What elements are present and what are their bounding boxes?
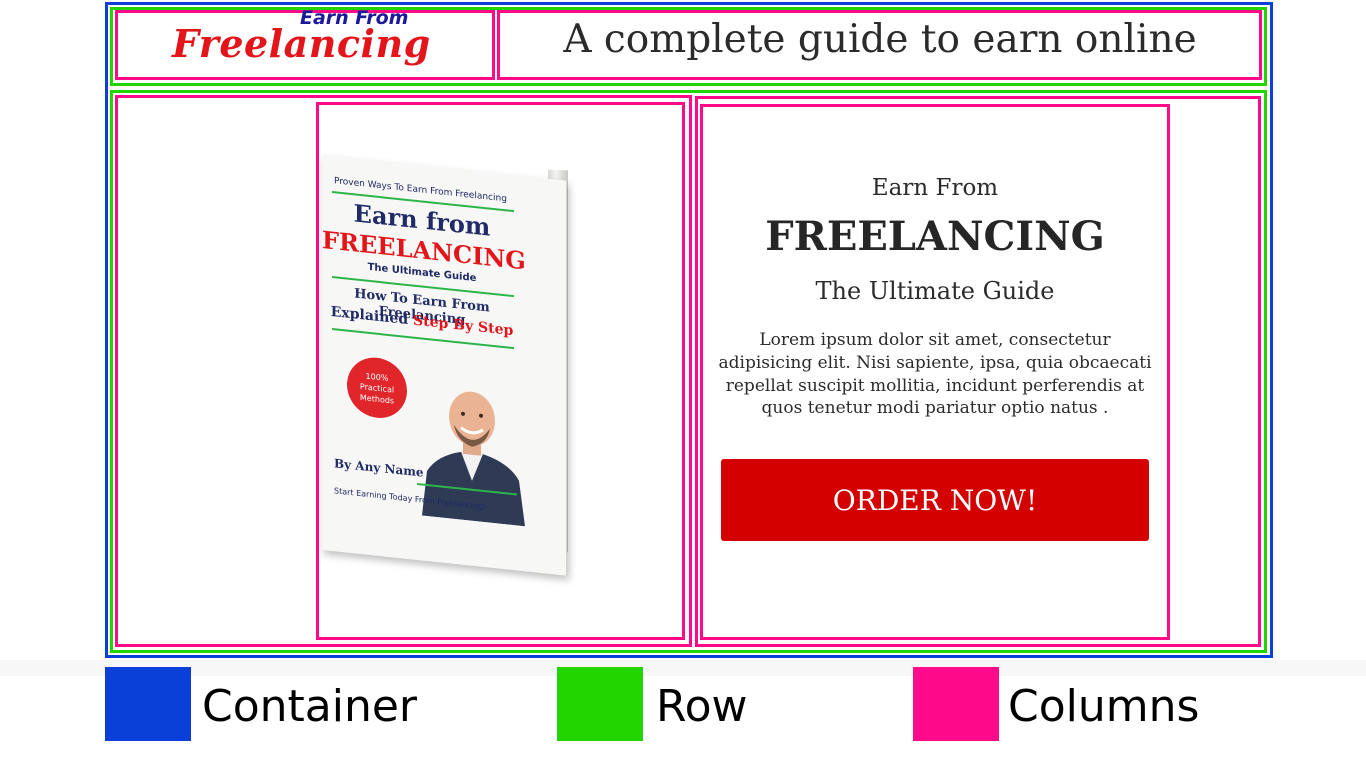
legend-swatch-row — [557, 667, 643, 741]
book-cover-image: Proven Ways To Earn From Freelancing Ear… — [322, 155, 567, 576]
page-title: A complete guide to earn online — [563, 17, 1197, 62]
order-now-button[interactable]: ORDER NOW! — [721, 459, 1149, 541]
legend-swatch-container — [105, 667, 191, 741]
book-badge: 100% Practical Methods — [350, 357, 404, 418]
legend-swatch-columns — [913, 667, 999, 741]
product-description: Lorem ipsum dolor sit amet, consectetur … — [718, 330, 1152, 419]
logo-freelancing: Freelancing — [172, 21, 431, 66]
book-author: By Any Name — [334, 456, 424, 480]
legend-label-container: Container — [202, 681, 418, 732]
legend-label-columns: Columns — [1008, 681, 1200, 732]
product-heading: FREELANCING — [765, 213, 1105, 260]
legend-label-row: Row — [656, 681, 748, 732]
product-subtitle: The Ultimate Guide — [815, 277, 1055, 305]
earn-from-text: Earn From — [871, 175, 999, 201]
